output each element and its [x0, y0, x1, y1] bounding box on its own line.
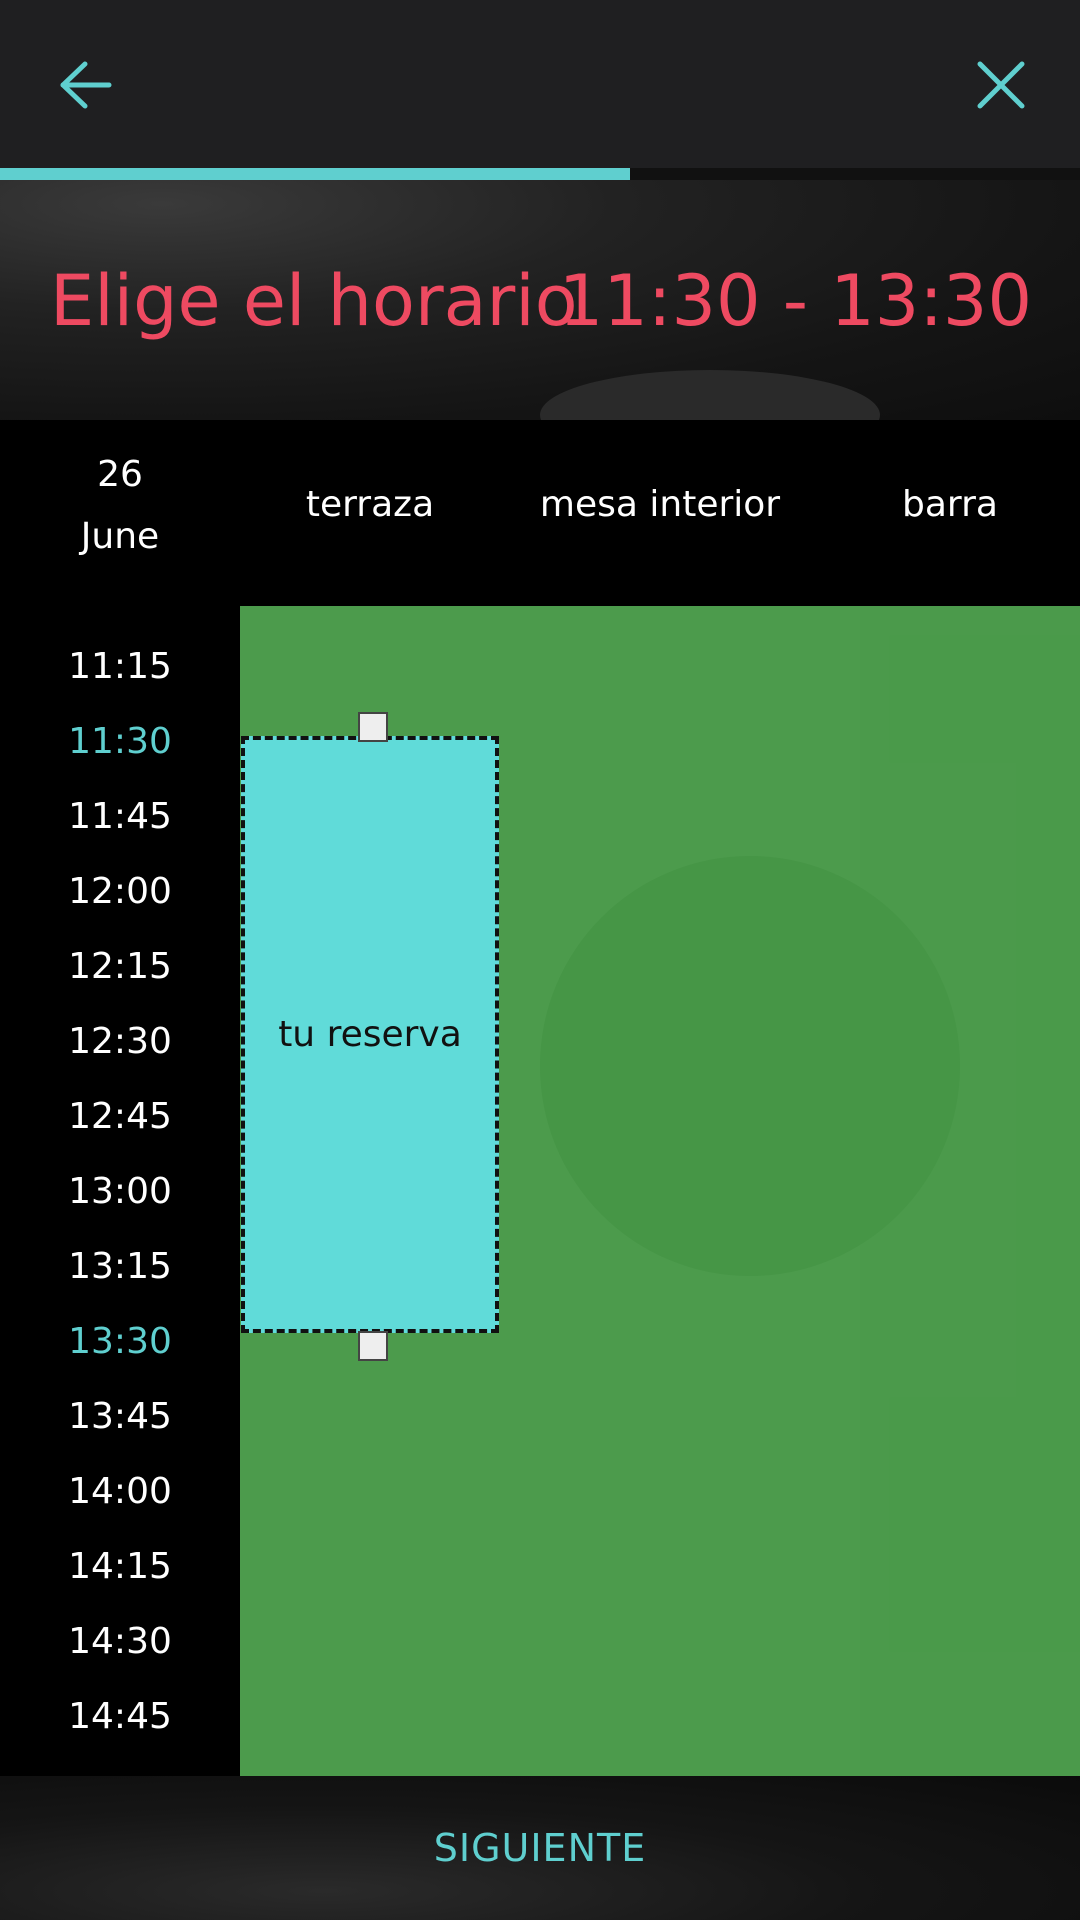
- time-label: 11:15: [68, 646, 172, 687]
- time-label: 12:15: [68, 946, 172, 987]
- top-bar: [0, 0, 1080, 168]
- column-header-terraza: terraza: [305, 484, 435, 525]
- background-blur: [540, 370, 880, 420]
- schedule-header: 26 June terraza mesa interior barra: [0, 420, 1080, 606]
- time-label: 13:45: [68, 1396, 172, 1437]
- column-header-mesa-interior: mesa interior: [539, 484, 781, 525]
- selected-time-range: 11:30 - 13:30: [558, 260, 1032, 342]
- reservation-block[interactable]: tu reserva: [241, 736, 499, 1333]
- bottom-bar: SIGUIENTE: [0, 1776, 1080, 1920]
- arrow-left-icon: [60, 61, 112, 109]
- time-label: 14:30: [68, 1621, 172, 1662]
- time-label: 14:15: [68, 1546, 172, 1587]
- progress-bar: [0, 168, 1080, 180]
- time-column[interactable]: 11:15 11:30 11:45 12:00 12:15 12:30 12:45 13:00…: [0, 606, 240, 1776]
- time-label: 12:00: [68, 871, 172, 912]
- column-header-barra: barra: [902, 484, 998, 525]
- page-title: Elige el horario: [50, 260, 578, 342]
- close-icon: [977, 61, 1025, 109]
- time-label: 12:45: [68, 1096, 172, 1137]
- next-button[interactable]: SIGUIENTE: [390, 1816, 690, 1880]
- time-label: 13:00: [68, 1171, 172, 1212]
- time-label: 12:30: [68, 1021, 172, 1062]
- time-label: 11:30: [68, 721, 172, 762]
- time-label: 13:15: [68, 1246, 172, 1287]
- time-label: 14:00: [68, 1471, 172, 1512]
- back-button[interactable]: [40, 40, 130, 130]
- resize-handle-bottom[interactable]: [358, 1331, 388, 1361]
- date-day: 26: [97, 454, 143, 495]
- background-texture: [860, 606, 1080, 1776]
- reservation-label: tu reserva: [278, 1014, 462, 1055]
- close-button[interactable]: [956, 40, 1046, 130]
- resize-handle-top[interactable]: [358, 712, 388, 742]
- date-month: June: [80, 516, 160, 557]
- progress-fill: [0, 168, 630, 180]
- hero-header: Elige el horario 11:30 - 13:30: [0, 180, 1080, 420]
- time-label: 11:45: [68, 796, 172, 837]
- time-label: 14:45: [68, 1696, 172, 1737]
- time-label: 13:30: [68, 1321, 172, 1362]
